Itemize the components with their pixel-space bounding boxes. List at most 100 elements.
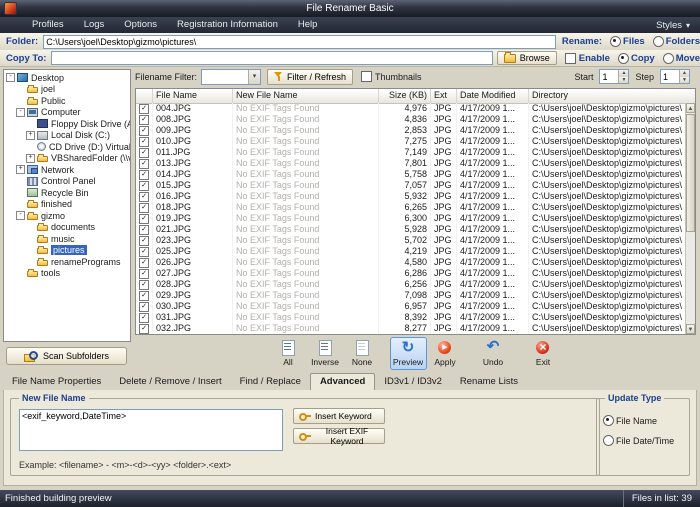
action-button[interactable]: Exit	[525, 337, 562, 370]
spin-down-icon[interactable]: ▼	[680, 77, 689, 84]
tree-item[interactable]: - Desktop	[4, 72, 130, 84]
row-checkbox[interactable]	[139, 214, 149, 224]
tree-expander-icon[interactable]: -	[6, 73, 15, 82]
vertical-scrollbar[interactable]: ▲ ▼	[685, 103, 695, 334]
folder-path-input[interactable]	[43, 35, 556, 49]
tree-item[interactable]: + Network	[4, 164, 130, 176]
row-checkbox[interactable]	[139, 192, 149, 202]
combo-dropdown-icon[interactable]: ▾	[248, 70, 260, 84]
row-checkbox[interactable]	[139, 236, 149, 246]
table-row[interactable]: 023.JPG No EXIF Tags Found 5,702 JPG 4/1…	[136, 235, 685, 246]
filename-filter-input[interactable]	[202, 70, 248, 84]
table-row[interactable]: 031.JPG No EXIF Tags Found 8,392 JPG 4/1…	[136, 312, 685, 323]
action-button[interactable]: Preview	[390, 337, 427, 370]
row-checkbox[interactable]	[139, 203, 149, 213]
tree-expander-icon[interactable]: -	[16, 108, 25, 117]
table-row[interactable]: 009.JPG No EXIF Tags Found 2,853 JPG 4/1…	[136, 125, 685, 136]
menu-item[interactable]: Logs	[74, 17, 115, 33]
tab[interactable]: Rename Lists	[451, 374, 527, 390]
scroll-down-icon[interactable]: ▼	[686, 324, 695, 334]
scroll-up-icon[interactable]: ▲	[686, 103, 695, 113]
row-checkbox[interactable]	[139, 137, 149, 147]
tab[interactable]: ID3v1 / ID3v2	[375, 374, 451, 390]
table-row[interactable]: 019.JPG No EXIF Tags Found 6,300 JPG 4/1…	[136, 213, 685, 224]
enable-checkbox[interactable]	[565, 53, 576, 64]
step-stepper[interactable]: ▲▼	[660, 69, 690, 84]
tree-item[interactable]: Public	[4, 95, 130, 107]
tree-item[interactable]: Recycle Bin	[4, 187, 130, 199]
tree-item[interactable]: music	[4, 233, 130, 245]
rename-folders-radio[interactable]	[653, 36, 664, 47]
tree-expander-icon[interactable]: +	[26, 154, 35, 163]
table-row[interactable]: 025.JPG No EXIF Tags Found 4,219 JPG 4/1…	[136, 246, 685, 257]
row-checkbox[interactable]	[139, 324, 149, 334]
copy-to-input[interactable]	[51, 51, 492, 65]
scrollbar-thumb[interactable]	[686, 114, 695, 232]
update-file-datetime-radio[interactable]	[603, 435, 614, 446]
table-row[interactable]: 026.JPG No EXIF Tags Found 4,580 JPG 4/1…	[136, 257, 685, 268]
step-input[interactable]	[661, 70, 679, 83]
table-row[interactable]: 029.JPG No EXIF Tags Found 7,098 JPG 4/1…	[136, 290, 685, 301]
tab[interactable]: File Name Properties	[3, 374, 110, 390]
row-checkbox[interactable]	[139, 126, 149, 136]
step-spin-buttons[interactable]: ▲▼	[679, 70, 689, 83]
thumbnails-checkbox[interactable]	[361, 71, 372, 82]
tree-item[interactable]: tools	[4, 268, 130, 280]
tab[interactable]: Find / Replace	[231, 374, 310, 390]
tree-item[interactable]: documents	[4, 222, 130, 234]
tree-item[interactable]: joel	[4, 84, 130, 96]
tree-item[interactable]: - gizmo	[4, 210, 130, 222]
tab[interactable]: Delete / Remove / Insert	[110, 374, 230, 390]
tree-item[interactable]: CD Drive (D:) VirtualBox Guest	[4, 141, 130, 153]
new-file-name-pattern-input[interactable]: <exif_keyword,DateTime>	[19, 409, 283, 451]
row-checkbox[interactable]	[139, 181, 149, 191]
row-checkbox[interactable]	[139, 247, 149, 257]
insert-keyword-button[interactable]: Insert Keyword	[293, 408, 385, 424]
insert-exif-keyword-button[interactable]: Insert EXIF Keyword	[293, 428, 385, 444]
tree-item[interactable]: finished	[4, 199, 130, 211]
table-row[interactable]: 027.JPG No EXIF Tags Found 6,286 JPG 4/1…	[136, 268, 685, 279]
table-row[interactable]: 011.JPG No EXIF Tags Found 7,149 JPG 4/1…	[136, 147, 685, 158]
tree-item[interactable]: + Local Disk (C:)	[4, 130, 130, 142]
table-row[interactable]: 032.JPG No EXIF Tags Found 8,277 JPG 4/1…	[136, 323, 685, 334]
row-checkbox[interactable]	[139, 159, 149, 169]
tree-item[interactable]: Floppy Disk Drive (A:)	[4, 118, 130, 130]
tree-expander-icon[interactable]: +	[16, 165, 25, 174]
row-checkbox[interactable]	[139, 258, 149, 268]
table-row[interactable]: 008.JPG No EXIF Tags Found 4,836 JPG 4/1…	[136, 114, 685, 125]
tree-item[interactable]: - Computer	[4, 107, 130, 119]
header-size[interactable]: Size (KB)	[379, 89, 431, 103]
row-checkbox[interactable]	[139, 104, 149, 114]
table-row[interactable]: 030.JPG No EXIF Tags Found 6,957 JPG 4/1…	[136, 301, 685, 312]
header-checkbox-column[interactable]	[136, 89, 153, 103]
row-checkbox[interactable]	[139, 269, 149, 279]
header-file-name[interactable]: File Name	[153, 89, 233, 103]
styles-menu[interactable]: Styles ▾	[656, 20, 690, 31]
tree-expander-icon[interactable]: +	[26, 131, 35, 140]
menu-item[interactable]: Registration Information	[167, 17, 288, 33]
tree-item[interactable]: pictures	[4, 245, 130, 257]
move-radio[interactable]	[663, 53, 674, 64]
action-button[interactable]: Inverse	[307, 337, 344, 370]
action-button[interactable]: None	[344, 337, 381, 370]
copy-radio[interactable]	[618, 53, 629, 64]
table-row[interactable]: 018.JPG No EXIF Tags Found 6,265 JPG 4/1…	[136, 202, 685, 213]
spin-down-icon[interactable]: ▼	[619, 77, 628, 84]
row-checkbox[interactable]	[139, 313, 149, 323]
header-directory[interactable]: Directory	[529, 89, 695, 103]
table-row[interactable]: 028.JPG No EXIF Tags Found 6,256 JPG 4/1…	[136, 279, 685, 290]
tab[interactable]: Advanced	[310, 373, 375, 391]
start-stepper[interactable]: ▲▼	[599, 69, 629, 84]
menu-item[interactable]: Help	[288, 17, 328, 33]
row-checkbox[interactable]	[139, 115, 149, 125]
table-row[interactable]: 015.JPG No EXIF Tags Found 7,057 JPG 4/1…	[136, 180, 685, 191]
tree-item[interactable]: Control Panel	[4, 176, 130, 188]
start-spin-buttons[interactable]: ▲▼	[618, 70, 628, 83]
tree-item[interactable]: renamePrograms	[4, 256, 130, 268]
table-row[interactable]: 014.JPG No EXIF Tags Found 5,758 JPG 4/1…	[136, 169, 685, 180]
start-input[interactable]	[600, 70, 618, 83]
table-row[interactable]: 004.JPG No EXIF Tags Found 4,976 JPG 4/1…	[136, 103, 685, 114]
filename-filter-combo[interactable]: ▾	[201, 69, 261, 85]
tree-expander-icon[interactable]: -	[16, 211, 25, 220]
update-file-name-radio[interactable]	[603, 415, 614, 426]
